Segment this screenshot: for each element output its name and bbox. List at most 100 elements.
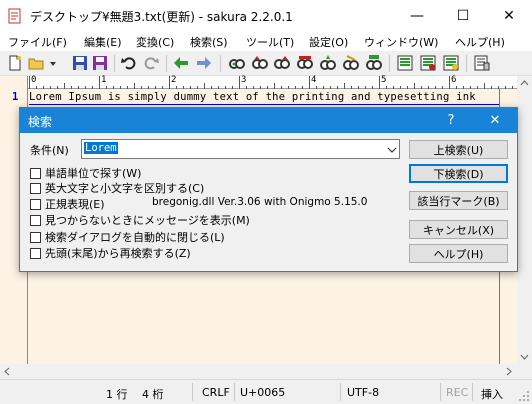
grep-icon[interactable] [366, 55, 382, 71]
ruler-tick [421, 86, 422, 89]
ruler-tick [141, 86, 142, 89]
search-down-button[interactable]: 下検索(D) [409, 164, 508, 183]
settings-icon[interactable] [474, 55, 490, 71]
mark-icon[interactable] [320, 55, 336, 71]
checkbox[interactable] [30, 231, 41, 243]
ruler-tick [316, 86, 317, 89]
ruler-tick [176, 86, 177, 89]
maximize-button[interactable]: ☐ [440, 0, 486, 31]
scroll-down-icon[interactable] [520, 352, 529, 361]
search-icon[interactable] [229, 55, 245, 71]
open-folder-icon[interactable] [28, 55, 44, 71]
dialog-help-button[interactable]: ? [433, 108, 469, 133]
search-input[interactable]: Lorem [81, 139, 400, 159]
option-match-case[interactable]: 英大文字と小文字を区別する(C) [30, 181, 204, 195]
option-show-not-found[interactable]: 見つからないときにメッセージを表示(M) [30, 213, 250, 227]
ruler-number: 4 [311, 75, 317, 85]
ruler-tick [512, 86, 513, 89]
ruler-tick [274, 83, 275, 89]
ruler-tick [407, 86, 408, 89]
dialog-close-button[interactable]: ✕ [477, 108, 513, 133]
menu-search[interactable]: 検索(S) [190, 34, 228, 50]
ruler-number: 1 [101, 75, 107, 85]
minimize-button[interactable]: — [394, 0, 440, 31]
menu-help[interactable]: ヘルプ(H) [455, 34, 505, 50]
scroll-left-icon[interactable] [3, 367, 12, 376]
toolbar-separator [166, 55, 167, 72]
option-auto-close[interactable]: 検索ダイアログを自動的に閉じる(L) [30, 230, 225, 244]
checkbox[interactable] [30, 198, 41, 210]
checkbox[interactable] [30, 247, 41, 259]
close-button[interactable]: ✕ [486, 0, 532, 31]
ruler-tick [155, 86, 156, 89]
ruler-tick [78, 86, 79, 89]
help-button[interactable]: ヘルプ(H) [409, 244, 508, 263]
menu-file[interactable]: ファイル(F) [8, 34, 67, 50]
replace-icon[interactable] [297, 55, 313, 71]
jump-prev-icon[interactable] [173, 55, 189, 71]
option-label: 検索ダイアログを自動的に閉じる(L) [45, 231, 225, 244]
checkbox[interactable] [30, 167, 41, 179]
search-dialog: 検索 ? ✕ 条件(N) Lorem 上検索(U) 下検索(D) 該当行マーク(… [19, 107, 518, 272]
cancel-button[interactable]: キャンセル(X) [409, 220, 508, 239]
option-whole-word[interactable]: 単語単位で探す(W) [30, 166, 141, 180]
save-icon[interactable] [72, 55, 88, 71]
vertical-scrollbar[interactable] [517, 76, 532, 364]
toolbar-separator [466, 55, 467, 72]
app-icon [8, 8, 21, 24]
status-line-ending[interactable]: CRLF [202, 386, 230, 399]
ruler-tick [85, 86, 86, 89]
option-regex[interactable]: 正規表現(E) [30, 197, 105, 211]
checkbox[interactable] [30, 214, 41, 226]
menu-window[interactable]: ウィンドウ(W) [364, 34, 438, 50]
option-wrap-search[interactable]: 先頭(末尾)から再検索する(Z) [30, 246, 191, 260]
ruler-tick [36, 86, 37, 89]
resize-grip-icon[interactable] [518, 390, 530, 402]
option-label: 正規表現(E) [45, 198, 105, 211]
outline-icon[interactable] [443, 55, 459, 71]
save-all-icon[interactable] [92, 55, 108, 71]
dropdown-icon[interactable] [48, 55, 58, 71]
compare-icon[interactable] [420, 55, 436, 71]
scroll-right-icon[interactable] [504, 367, 513, 376]
checkbox[interactable] [30, 182, 41, 194]
cursor-line-underline [29, 104, 500, 105]
find-next-icon[interactable] [274, 55, 290, 71]
ruler-tick [505, 86, 506, 89]
status-insert-mode[interactable]: 挿入 [481, 386, 503, 402]
ruler-tick [428, 86, 429, 89]
search-up-button[interactable]: 上検索(U) [409, 140, 508, 159]
print-icon[interactable] [397, 55, 413, 71]
find-prev-icon[interactable] [252, 55, 268, 71]
undo-icon[interactable] [121, 55, 137, 71]
status-encoding[interactable]: UTF-8 [347, 386, 379, 399]
condition-label: 条件(N) [30, 144, 69, 157]
horizontal-scrollbar[interactable] [0, 364, 517, 379]
status-cursor-position[interactable]: 1 行 4 桁 [106, 386, 164, 402]
dialog-title-bar[interactable]: 検索 ? ✕ [20, 108, 517, 133]
menu-tools[interactable]: ツール(T) [246, 34, 294, 50]
redo-icon[interactable] [143, 55, 159, 71]
ruler-tick [435, 86, 436, 89]
scroll-up-icon[interactable] [520, 79, 529, 88]
ruler-tick [197, 86, 198, 89]
ruler-tick [323, 86, 324, 89]
ruler-number: 0 [31, 75, 37, 85]
menu-edit[interactable]: 編集(E) [84, 34, 122, 50]
ruler-tick [400, 86, 401, 89]
ruler-number: 2 [171, 75, 177, 85]
mark-lines-button[interactable]: 該当行マーク(B) [409, 191, 508, 210]
ruler-tick [239, 76, 240, 89]
clear-mark-icon[interactable] [343, 55, 359, 71]
status-separator [340, 383, 341, 401]
chevron-down-icon[interactable] [387, 143, 397, 157]
menu-settings[interactable]: 設定(O) [309, 34, 348, 50]
menu-convert[interactable]: 変換(C) [136, 34, 174, 50]
jump-next-icon[interactable] [196, 55, 212, 71]
status-separator [440, 383, 441, 401]
ruler-tick [120, 86, 121, 89]
ruler-tick [71, 86, 72, 89]
new-file-icon[interactable] [7, 55, 23, 71]
ruler-tick [365, 86, 366, 89]
status-char-code[interactable]: U+0065 [240, 386, 285, 399]
